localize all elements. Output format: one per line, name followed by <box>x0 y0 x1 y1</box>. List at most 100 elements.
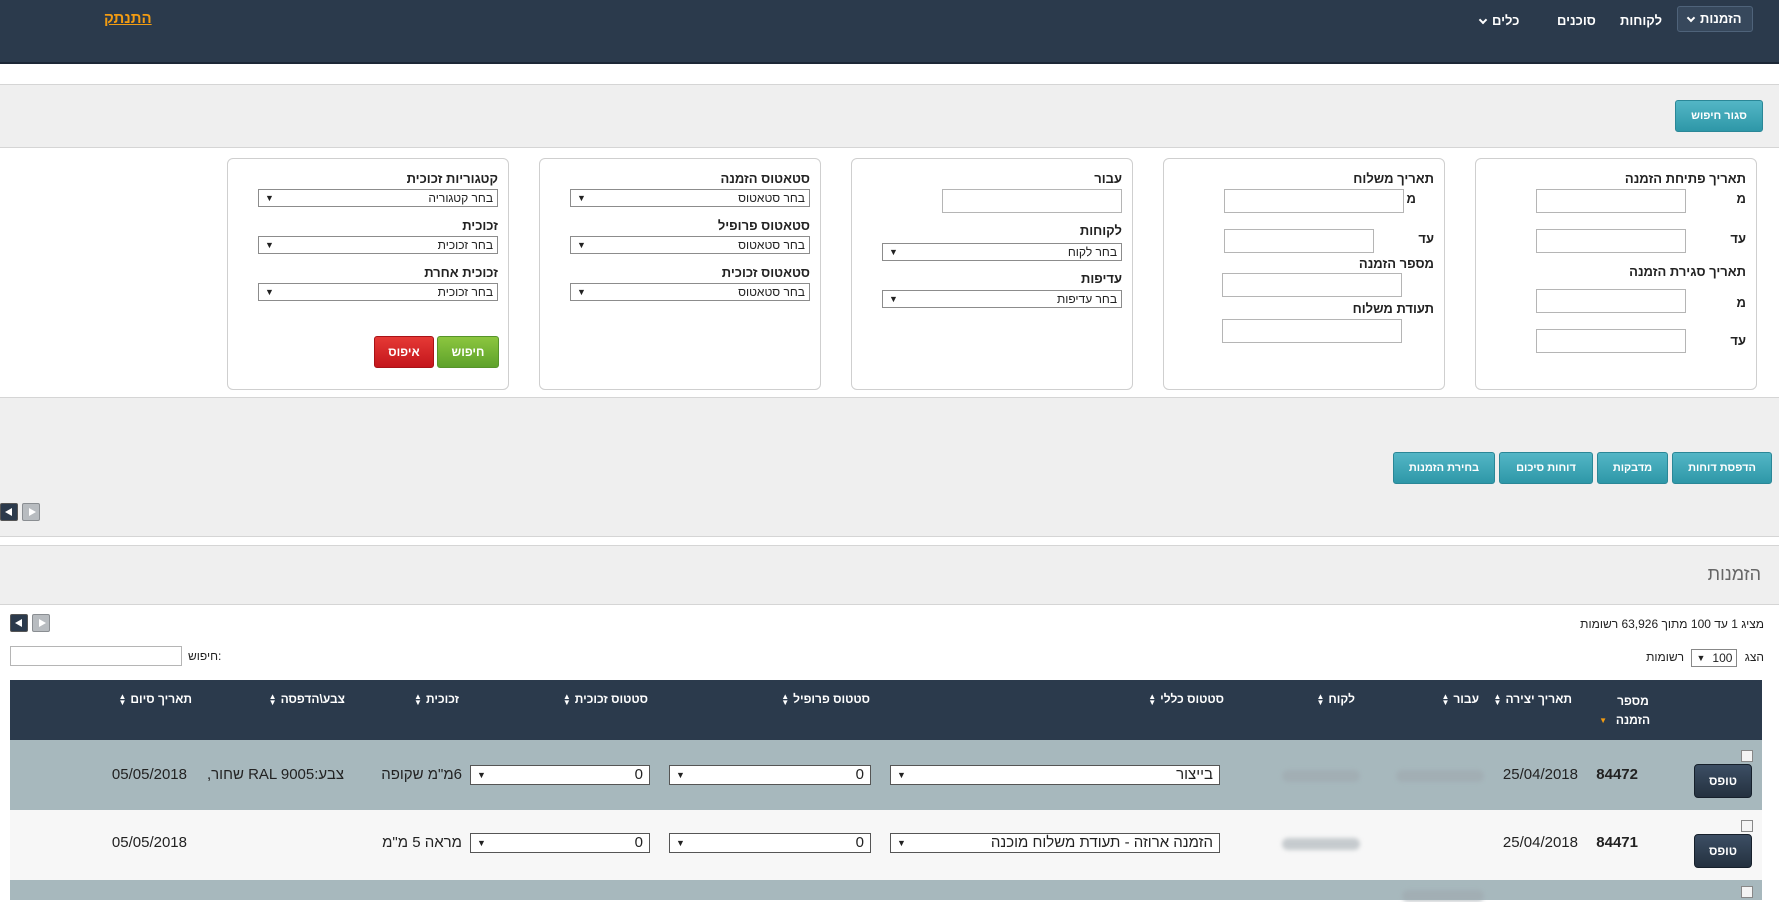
ship-doc-input[interactable] <box>1222 319 1402 343</box>
arrow-right-icon <box>29 508 36 516</box>
row-checkbox[interactable] <box>1741 750 1753 762</box>
table-search-label: חיפוש: <box>188 649 222 663</box>
close-date-from-input[interactable] <box>1536 289 1686 313</box>
order-status-select[interactable]: בחר סטאטוס ▼ <box>570 189 810 207</box>
col-created[interactable]: תאריך יצירה▲ ▼ <box>1494 692 1572 706</box>
for-value-redacted <box>1402 890 1484 902</box>
profile-status-select[interactable]: 0 ▼ <box>669 833 871 853</box>
glass-categories-label: קטגוריות זכוכית <box>406 171 498 186</box>
nav-tools[interactable]: כלים <box>1478 12 1519 30</box>
select-orders-button[interactable]: בחירת הזמנות <box>1393 452 1495 484</box>
stickers-button[interactable]: מדבקות <box>1597 452 1668 484</box>
dropdown-arrow-icon: ▼ <box>265 240 274 250</box>
created-date: 25/04/2018 <box>1502 766 1578 783</box>
col-order-number[interactable]: מספר הזמנה▼ <box>1599 692 1655 730</box>
glass-status-select[interactable]: 0 ▼ <box>470 833 650 853</box>
page-size-select[interactable]: 100 ▼ <box>1691 649 1738 667</box>
reset-button[interactable]: איפוס <box>374 336 434 368</box>
dropdown-arrow-icon: ▼ <box>897 838 906 848</box>
row-checkbox[interactable] <box>1741 820 1753 832</box>
table-next-page-button[interactable] <box>32 614 50 632</box>
order-number[interactable]: 84472 <box>1596 766 1638 783</box>
dropdown-arrow-icon: ▼ <box>676 838 685 848</box>
end-date: 05/05/2018 <box>111 834 187 851</box>
end-date: 05/05/2018 <box>111 766 187 783</box>
open-date-to-input[interactable] <box>1536 229 1686 253</box>
nav-orders[interactable]: הזמנות <box>1677 6 1753 32</box>
table-search-input[interactable] <box>10 646 182 666</box>
general-status-select[interactable]: הזמנה ארוזה - תעודת משלוח מוכנה ▼ <box>890 833 1220 853</box>
sort-icon: ▲ ▼ <box>268 691 277 707</box>
profile-status-select[interactable]: בחר סטאטוס ▼ <box>570 236 810 254</box>
row-checkbox[interactable] <box>1741 886 1753 898</box>
filter-panel-dates: תאריך פתיחת הזמנה מ עד תאריך סגירת הזמנה… <box>1475 158 1757 390</box>
sort-icon: ▲ ▼ <box>562 691 571 707</box>
form-button[interactable]: טופס <box>1694 834 1752 868</box>
glass-status-select[interactable]: בחר סטאטוס ▼ <box>570 283 810 301</box>
filter-panel-glass: קטגוריות זכוכית בחר קטגוריה ▼ זכוכית בחר … <box>227 158 509 390</box>
ship-date-from-input[interactable] <box>1224 189 1404 213</box>
col-glass[interactable]: זכוכית▲ ▼ <box>414 692 459 706</box>
order-number-label: מספר הזמנה <box>1358 256 1434 271</box>
dropdown-arrow-icon: ▼ <box>577 240 586 250</box>
priority-select[interactable]: בחר עדיפות ▼ <box>882 290 1122 308</box>
for-value-redacted <box>1396 770 1484 782</box>
col-glass-status[interactable]: סטטוס זכוכית▲ ▼ <box>563 692 648 706</box>
col-color-print[interactable]: צבע\הדפסה▲ ▼ <box>269 692 345 706</box>
glass-category-select[interactable]: בחר קטגוריה ▼ <box>258 189 498 207</box>
sort-icon: ▲ ▼ <box>1148 691 1157 707</box>
col-general-status[interactable]: סטטוס כללי▲ ▼ <box>1148 692 1224 706</box>
actions-band: הדפסת דוחות מדבקות דוחות סיכום בחירת הזמ… <box>0 397 1779 537</box>
orders-title-band: הזמנות <box>0 545 1779 605</box>
page-size-control: הצג 100 ▼ רשומות <box>1646 649 1764 667</box>
for-input[interactable] <box>942 189 1122 213</box>
order-number-input[interactable] <box>1222 273 1402 297</box>
customers-label: לקוחות <box>1079 223 1122 238</box>
nav-agents[interactable]: סוכנים <box>1557 12 1596 30</box>
for-label: עבור <box>1094 171 1122 186</box>
print-reports-button[interactable]: הדפסת דוחות <box>1672 452 1772 484</box>
next-page-button[interactable] <box>22 503 40 521</box>
sort-icon: ▲ ▼ <box>1441 691 1450 707</box>
other-glass-select[interactable]: בחר זכוכית ▼ <box>258 283 498 301</box>
glass-select[interactable]: בחר זכוכית ▼ <box>258 236 498 254</box>
dropdown-arrow-icon: ▼ <box>897 770 906 780</box>
table-header: מספר הזמנה▼ תאריך יצירה▲ ▼ עבור▲ ▼ לקוח▲ ▼ … <box>10 680 1762 740</box>
order-number[interactable]: 84471 <box>1596 834 1638 851</box>
arrow-left-icon <box>5 508 12 516</box>
profile-status-select[interactable]: 0 ▼ <box>669 765 871 785</box>
col-for[interactable]: עבור▲ ▼ <box>1441 692 1479 706</box>
form-button[interactable]: טופס <box>1694 764 1752 798</box>
from-label: מ <box>1736 295 1746 310</box>
ship-date-to-input[interactable] <box>1224 229 1374 253</box>
col-end-date[interactable]: תאריך סיום▲ ▼ <box>118 692 192 706</box>
glass-value: 6מ"מ שקופה <box>381 766 462 783</box>
color-print-value: צבע:RAL 9005 שחור, <box>207 766 344 783</box>
logout-link[interactable]: התנתק <box>104 10 152 27</box>
filter-panel-customers: עבור לקוחות בחר לקוח ▼ עדיפות בחר עדיפות ▼ <box>851 158 1133 390</box>
close-search-button[interactable]: סגור חיפוש <box>1675 100 1763 132</box>
sort-icon: ▲ ▼ <box>781 691 790 707</box>
dropdown-arrow-icon: ▼ <box>676 770 685 780</box>
glass-label: זכוכית <box>462 218 498 233</box>
dropdown-arrow-icon: ▼ <box>577 193 586 203</box>
ship-date-label: תאריך משלוח <box>1353 171 1434 186</box>
customer-value-redacted <box>1282 838 1360 850</box>
search-button[interactable]: חיפוש <box>437 336 499 368</box>
chevron-down-icon <box>1686 13 1696 23</box>
table-prev-page-button[interactable] <box>10 614 28 632</box>
glass-status-select[interactable]: 0 ▼ <box>470 765 650 785</box>
col-customer[interactable]: לקוח▲ ▼ <box>1316 692 1355 706</box>
orders-title: הזמנות <box>1707 564 1761 584</box>
dropdown-arrow-icon: ▼ <box>1696 653 1706 663</box>
order-status-label: סטאטוס הזמנה <box>720 171 810 186</box>
close-date-to-input[interactable] <box>1536 329 1686 353</box>
customer-select[interactable]: בחר לקוח ▼ <box>882 243 1122 261</box>
prev-page-button[interactable] <box>0 503 18 521</box>
col-profile-status[interactable]: סטטוס פרופיל▲ ▼ <box>781 692 870 706</box>
from-label: מ <box>1406 191 1416 206</box>
open-date-from-input[interactable] <box>1536 189 1686 213</box>
general-status-select[interactable]: בייצור ▼ <box>890 765 1220 785</box>
summary-reports-button[interactable]: דוחות סיכום <box>1499 452 1593 484</box>
nav-customers[interactable]: לקוחות <box>1620 12 1662 30</box>
